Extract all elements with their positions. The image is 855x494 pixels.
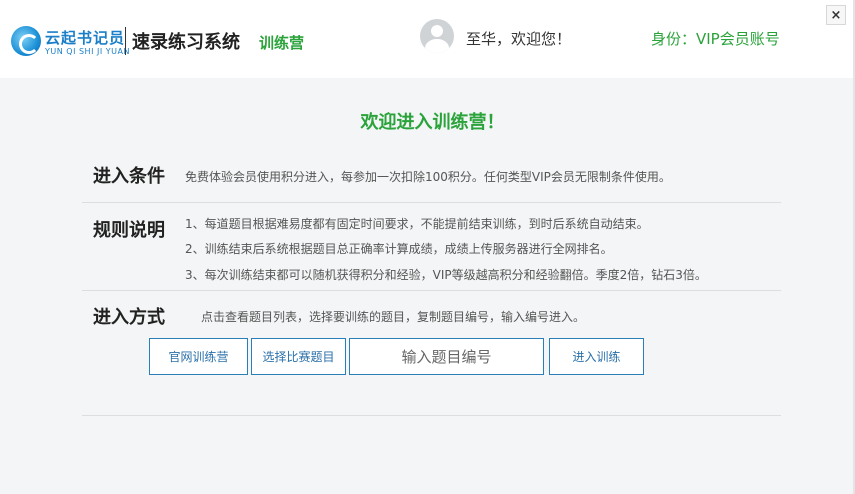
logo-text: 云起书记员 (45, 29, 126, 47)
section-text-entry: 点击查看题目列表，选择要训练的题目，复制题目编号，输入编号进入。 (201, 310, 586, 324)
enter-training-button[interactable]: 进入训练 (549, 338, 644, 375)
rule-line-1: 1、每道题目根据难易度都有固定时间要求，不能提前结束训练，到时后系统自动结束。 (185, 217, 649, 231)
identity-badge: 身份：VIP会员账号 (651, 30, 780, 48)
logo-icon (11, 26, 41, 56)
app-subtitle: 训练营 (259, 34, 305, 52)
close-button[interactable]: × (826, 5, 846, 25)
avatar[interactable] (420, 19, 454, 53)
section-text-conditions: 免费体验会员使用积分进入，每参加一次扣除100积分。任何类型VIP会员无限制条件… (185, 170, 671, 184)
section-label-conditions: 进入条件 (93, 166, 165, 187)
section-label-entry: 进入方式 (93, 307, 165, 328)
official-camp-button[interactable]: 官网训练营 (149, 338, 248, 375)
question-code-input[interactable] (349, 338, 544, 375)
rule-line-2: 2、训练结束后系统根据题目总正确率计算成绩，成绩上传服务器进行全网排名。 (185, 242, 613, 256)
rule-line-3: 3、每次训练结束都可以随机获得积分和经验，VIP等级越高积分和经验翻倍。季度2倍… (185, 268, 707, 282)
welcome-user-text: 至华，欢迎您！ (466, 30, 572, 48)
page-title: 欢迎进入训练营！ (360, 112, 505, 133)
divider (82, 202, 781, 203)
section-label-rules: 规则说明 (93, 220, 165, 241)
divider (82, 415, 781, 416)
app-title: 速录练习系统 (132, 32, 240, 53)
choose-question-button[interactable]: 选择比赛题目 (251, 338, 346, 375)
logo-subtext: YUN QI SHI JI YUAN (45, 47, 130, 56)
logo-divider (125, 27, 126, 55)
header-bar: 云起书记员 YUN QI SHI JI YUAN 速录练习系统 训练营 至华，欢… (0, 0, 855, 78)
close-icon: × (830, 7, 842, 23)
divider (82, 290, 781, 291)
